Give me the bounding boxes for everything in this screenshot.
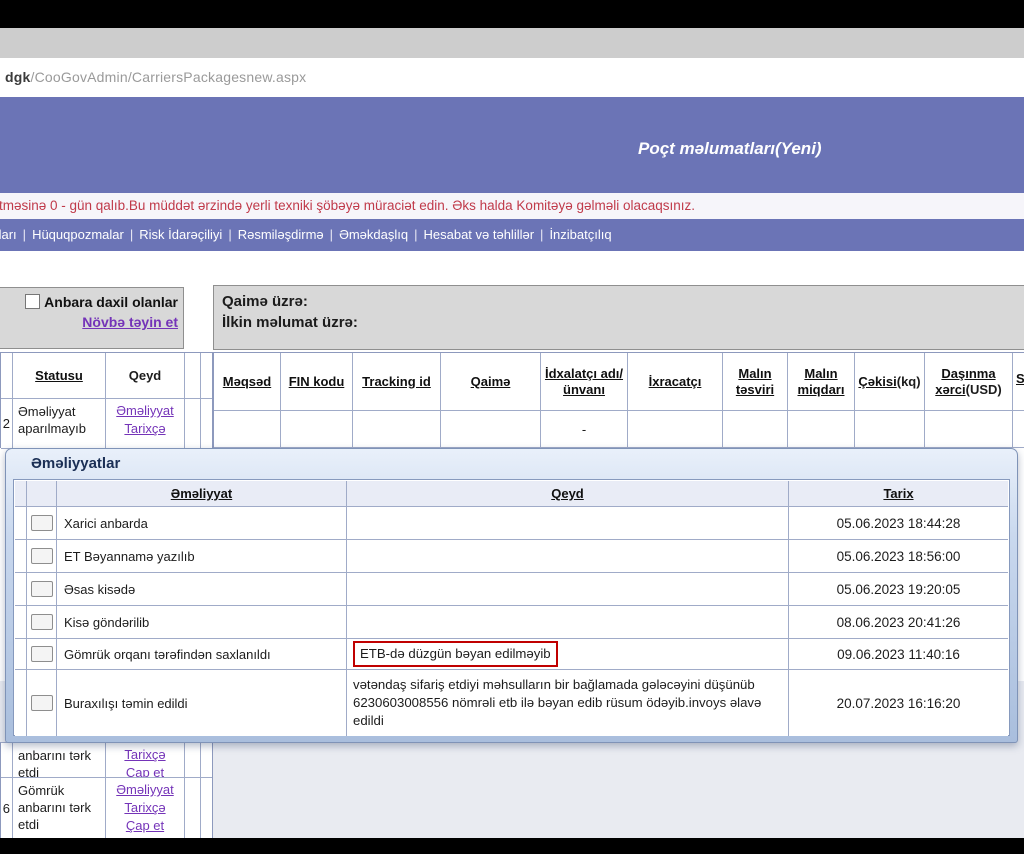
row-status: Əməliyyat aparılmayıb [13, 399, 106, 449]
operation-cell: Əsas kisədə [57, 573, 347, 606]
warning-banner: itməsinə 0 - gün qalıb.Bu müddət ərzində… [0, 193, 1024, 219]
operations-dialog: Əməliyyatlar Əməliyyat Qeyd Tarix Xarici… [5, 448, 1018, 743]
dialog-body: Əməliyyat Qeyd Tarix Xarici anbarda 05.0… [13, 479, 1010, 736]
url-path: /CooGovAdmin/CarriersPackagesnew.aspx [31, 69, 307, 85]
postal-data-table: Məqsəd FIN kodu Tracking id Qaimə İdxala… [213, 352, 1024, 448]
col-dasinma-xerci: Daşınma xərci(USD) [925, 353, 1013, 411]
row-id: 2 [1, 399, 13, 449]
column-header-note: Qeyd [106, 353, 185, 399]
date-cell: 09.06.2023 11:40:16 [789, 639, 1008, 670]
menu-item-huquqpozmalar[interactable]: Hüquqpozmalar [30, 227, 126, 242]
operation-link[interactable]: Əməliyyat [108, 781, 182, 799]
row-checkbox[interactable] [31, 614, 53, 630]
note-cell [347, 573, 789, 606]
row-status: Gömrük anbarını tərk etdi [13, 778, 106, 839]
bottom-black-bar [0, 838, 1024, 854]
row-actions: Tarixçə Çap et [106, 743, 185, 778]
menu-item-inzibatciliq[interactable]: İnzibatçılıq [547, 227, 613, 242]
col-malin-tesviri: Malın təsviri [723, 353, 788, 411]
date-cell: 08.06.2023 20:41:26 [789, 606, 1008, 639]
column-header-id [1, 353, 13, 399]
col-fin-kodu: FIN kodu [281, 353, 353, 411]
col-malin-miqdari: Malın miqdarı [788, 353, 855, 411]
operation-cell: ET Bəyannamə yazılıb [57, 540, 347, 573]
date-cell: 05.06.2023 18:56:00 [789, 540, 1008, 573]
history-link[interactable]: Tarixçə [108, 746, 182, 764]
date-cell: 05.06.2023 18:44:28 [789, 507, 1008, 540]
operation-cell: Buraxılışı təmin edildi [57, 670, 347, 736]
dialog-title: Əməliyyatlar [6, 449, 1017, 479]
invoice-group-box: Qaimə üzrə: İlkin məlumat üzrə: [213, 285, 1024, 350]
menu-item-resmilesdirme[interactable]: Rəsmiləşdirmə [236, 227, 326, 242]
date-cell: 05.06.2023 19:20:05 [789, 573, 1008, 606]
col-operation: Əməliyyat [57, 481, 347, 507]
filter-row: Anbara daxil olanlar [0, 294, 178, 310]
row-checkbox[interactable] [31, 515, 53, 531]
col-cekisi: Çəkisi(kq) [855, 353, 925, 411]
note-cell: ETB-də düzgün bəyan edilməyib [347, 639, 789, 670]
url-text: dgk/CooGovAdmin/CarriersPackagesnew.aspx [5, 69, 306, 85]
row-actions: Əməliyyat Tarixçə Çap et [106, 778, 185, 839]
url-host: dgk [5, 69, 31, 85]
col-idxalatci: İdxalatçı adı/ ünvanı [541, 353, 628, 411]
col-date: Tarix [789, 481, 1008, 507]
date-cell: 20.07.2023 16:16:20 [789, 670, 1008, 736]
operation-cell: Kisə göndərilib [57, 606, 347, 639]
screen: dgk/CooGovAdmin/CarriersPackagesnew.aspx… [0, 0, 1024, 854]
group-label-ilkin: İlkin məlumat üzrə: [222, 312, 1024, 333]
operation-link[interactable]: Əməliyyat [108, 402, 182, 420]
warehouse-filter-label: Anbara daxil olanlar [44, 294, 178, 310]
col-meqsed: Məqsəd [214, 353, 281, 411]
note-cell [347, 606, 789, 639]
col-note: Qeyd [347, 481, 789, 507]
group-label-qaime: Qaimə üzrə: [222, 291, 1024, 312]
operation-cell: Xarici anbarda [57, 507, 347, 540]
operation-cell: Gömrük orqanı tərəfindən saxlanıldı [57, 639, 347, 670]
col-tracking-id: Tracking id [353, 353, 441, 411]
page-title: Poçt məlumatları(Yeni) [638, 139, 822, 159]
row-checkbox[interactable] [31, 695, 53, 711]
history-link[interactable]: Tarixçə [108, 799, 182, 817]
menu-item-hesabat[interactable]: Hesabat və təhlillər [421, 227, 536, 242]
packages-status-table: Statusu Qeyd 2 Əməliyyat aparılmayıb Əmə… [0, 352, 213, 448]
row-actions: Əməliyyat Tarixçə [106, 399, 185, 449]
empty-importer-cell: - [541, 411, 628, 448]
warehouse-filter-box: Anbara daxil olanlar Növbə təyin et [0, 287, 184, 349]
row-checkbox[interactable] [31, 646, 53, 662]
warning-text: itməsinə 0 - gün qalıb.Bu müddət ərzində… [0, 193, 1024, 219]
browser-chrome [0, 28, 1024, 59]
col-qaime: Qaimə [441, 353, 541, 411]
address-bar[interactable]: dgk/CooGovAdmin/CarriersPackagesnew.aspx [0, 58, 1024, 98]
note-cell [347, 507, 789, 540]
queue-assign-link[interactable]: Növbə təyin et [82, 314, 178, 330]
warehouse-filter-checkbox[interactable] [25, 294, 40, 309]
note-cell: vətəndaş sifariş etdiyi məhsulların bir … [347, 670, 789, 736]
row-checkbox[interactable] [31, 581, 53, 597]
main-menu: tları|Hüquqpozmalar|Risk İdarəçiliyi|Rəs… [0, 219, 1024, 251]
note-cell [347, 540, 789, 573]
top-black-bar [0, 0, 1024, 28]
history-link[interactable]: Tarixçə [108, 420, 182, 438]
row-id: 6 [1, 778, 13, 839]
highlighted-note: ETB-də düzgün bəyan edilməyib [353, 641, 558, 667]
col-partial: S [1013, 353, 1024, 411]
row-status: anbarını tərk etdi [13, 743, 106, 778]
app-header: Poçt məlumatları(Yeni) [0, 97, 1024, 193]
print-link[interactable]: Çap et [108, 764, 182, 778]
menu-item-risk-idareciliyi[interactable]: Risk İdarəçiliyi [137, 227, 224, 242]
menu-item-0[interactable]: tları [0, 227, 19, 242]
col-ixracatci: İxracatçı [628, 353, 723, 411]
packages-status-table-bottom: anbarını tərk etdi Tarixçə Çap et 6 Gömr… [0, 742, 213, 838]
menu-item-emekdasliq[interactable]: Əməkdaşlıq [337, 227, 410, 242]
row-checkbox[interactable] [31, 548, 53, 564]
column-header-status: Statusu [13, 353, 106, 399]
print-link[interactable]: Çap et [108, 817, 182, 835]
operations-table: Əməliyyat Qeyd Tarix Xarici anbarda 05.0… [15, 481, 1008, 736]
status-sort-link[interactable]: Statusu [35, 368, 83, 383]
